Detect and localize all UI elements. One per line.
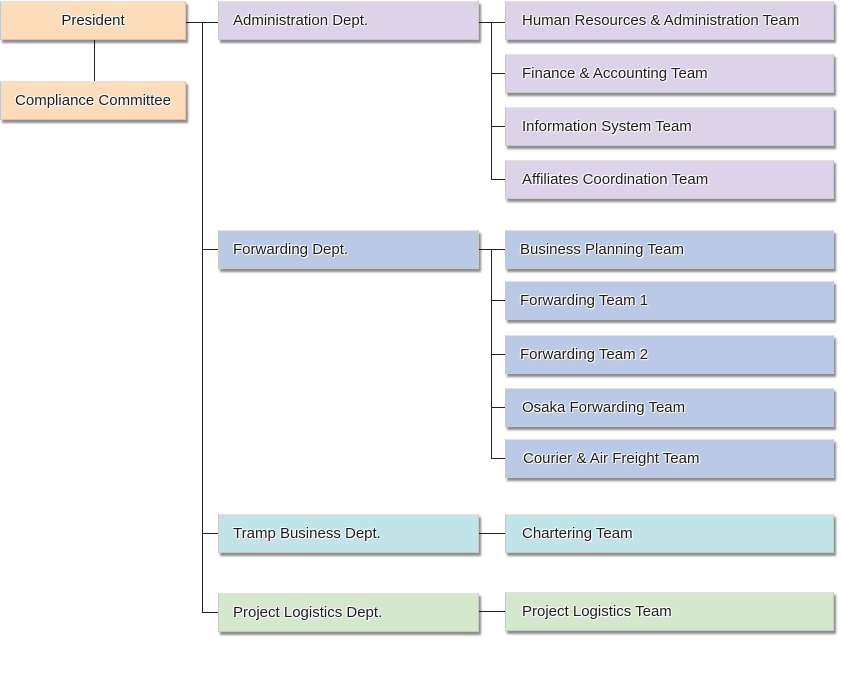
dept-forwarding: Forwarding Dept. xyxy=(218,230,479,269)
team-label: Business Planning Team xyxy=(520,241,684,258)
team-project-logistics: Project Logistics Team xyxy=(505,592,834,631)
team-label: Courier & Air Freight Team xyxy=(523,450,700,467)
compliance-committee-label: Compliance Committee xyxy=(15,92,171,109)
dept-label: Forwarding Dept. xyxy=(233,241,349,258)
connector-admin-to-teams xyxy=(479,22,505,23)
team-hr-administration: Human Resources & Administration Team xyxy=(505,1,834,40)
connector-forwarding-team-5 xyxy=(491,458,505,459)
team-label: Affiliates Coordination Team xyxy=(522,171,709,188)
team-osaka-forwarding: Osaka Forwarding Team xyxy=(505,388,834,427)
team-label: Osaka Forwarding Team xyxy=(522,399,686,416)
president-box: President xyxy=(0,1,186,40)
team-label: Project Logistics Team xyxy=(522,603,672,620)
team-affiliates-coordination: Affiliates Coordination Team xyxy=(505,160,834,199)
dept-label: Administration Dept. xyxy=(233,12,369,29)
team-label: Forwarding Team 2 xyxy=(520,346,649,363)
team-forwarding-2: Forwarding Team 2 xyxy=(505,335,834,374)
dept-label: Tramp Business Dept. xyxy=(233,525,381,542)
team-label: Information System Team xyxy=(522,118,692,135)
team-label: Forwarding Team 1 xyxy=(520,292,649,309)
connector-tramp-dept xyxy=(202,533,218,534)
team-label: Human Resources & Administration Team xyxy=(522,12,800,29)
connector-project-to-team xyxy=(479,611,505,612)
connector-forwarding-dept xyxy=(202,249,218,250)
team-forwarding-1: Forwarding Team 1 xyxy=(505,281,834,320)
connector-admin-team-4 xyxy=(491,179,505,180)
connector-admin-team-trunk xyxy=(491,22,492,179)
connector-admin-team-2 xyxy=(491,73,505,74)
team-finance-accounting: Finance & Accounting Team xyxy=(505,54,834,93)
dept-tramp-business: Tramp Business Dept. xyxy=(218,514,479,553)
connector-forwarding-team-3 xyxy=(491,354,505,355)
team-courier-air-freight: Courier & Air Freight Team xyxy=(505,439,834,478)
connector-forwarding-team-4 xyxy=(491,407,505,408)
connector-forwarding-to-teams xyxy=(479,249,505,250)
connector-dept-trunk xyxy=(202,22,203,613)
connector-forwarding-team-2 xyxy=(491,300,505,301)
dept-project-logistics: Project Logistics Dept. xyxy=(218,593,479,632)
dept-label: Project Logistics Dept. xyxy=(233,604,383,621)
dept-administration: Administration Dept. xyxy=(218,1,479,40)
team-label: Chartering Team xyxy=(522,525,633,542)
connector-president-compliance xyxy=(94,40,95,81)
team-information-system: Information System Team xyxy=(505,107,834,146)
connector-tramp-to-team xyxy=(479,533,505,534)
team-business-planning: Business Planning Team xyxy=(505,230,834,269)
connector-project-dept xyxy=(202,612,218,613)
president-label: President xyxy=(61,12,125,29)
connector-admin-team-3 xyxy=(491,126,505,127)
team-label: Finance & Accounting Team xyxy=(522,65,708,82)
team-chartering: Chartering Team xyxy=(505,514,834,553)
compliance-committee-box: Compliance Committee xyxy=(0,81,186,120)
